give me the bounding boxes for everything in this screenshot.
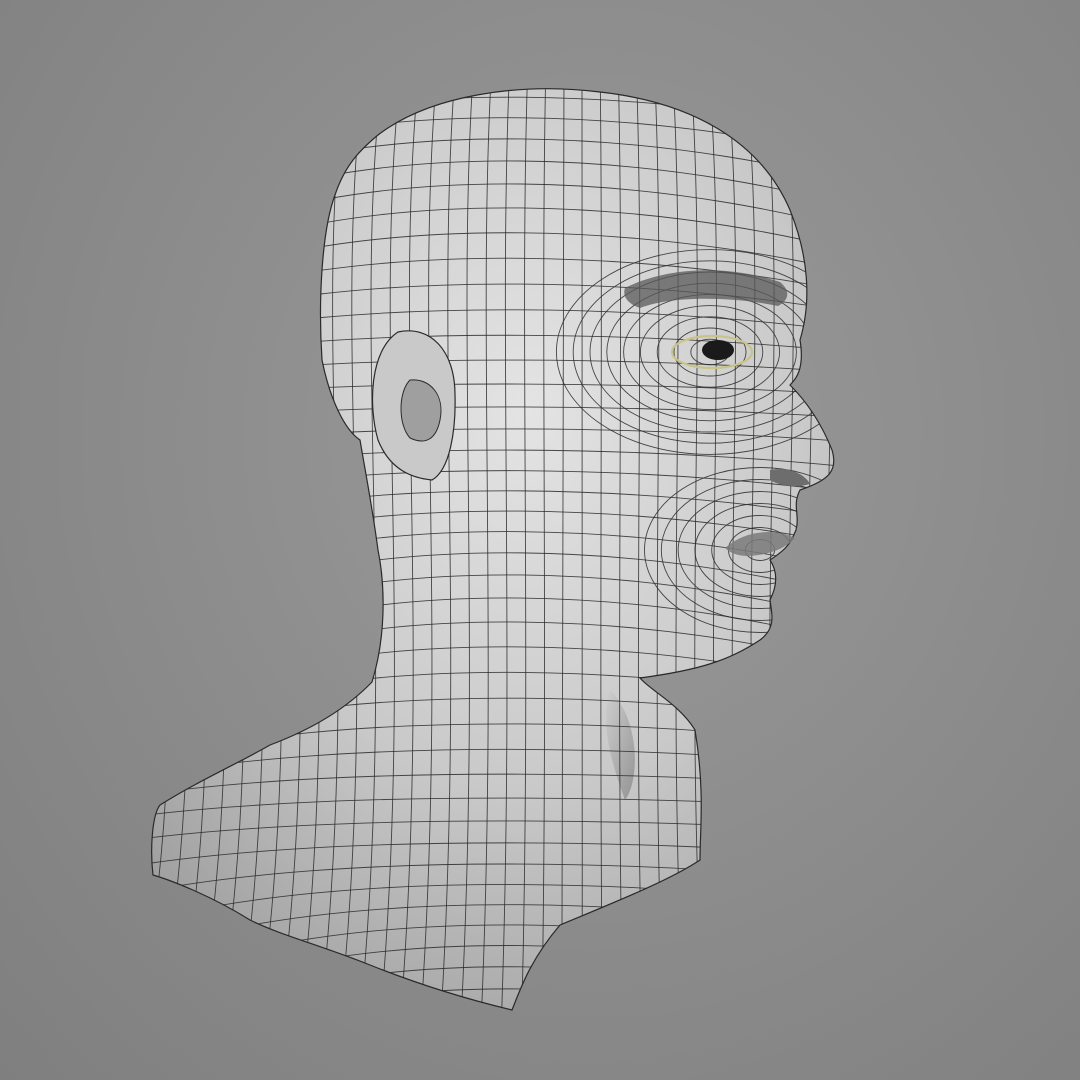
mesh-meridian-0 [88, 60, 150, 1060]
mesh-meridian-2 [151, 88, 187, 1010]
mesh-meridian-36 [797, 88, 830, 1010]
head-mesh-render [88, 60, 900, 1080]
mesh-meridian-38 [833, 88, 834, 1010]
mesh-meridian-1 [151, 88, 169, 1010]
3d-viewport[interactable] [0, 0, 1080, 1080]
eye-icon [702, 340, 734, 360]
mesh-meridian-37 [815, 88, 834, 1010]
mesh-meridian-4 [170, 88, 223, 1010]
mesh-meridian-39 [852, 60, 891, 1060]
mesh-ring-41 [120, 1012, 900, 1080]
mesh-meridian-3 [151, 88, 205, 1010]
